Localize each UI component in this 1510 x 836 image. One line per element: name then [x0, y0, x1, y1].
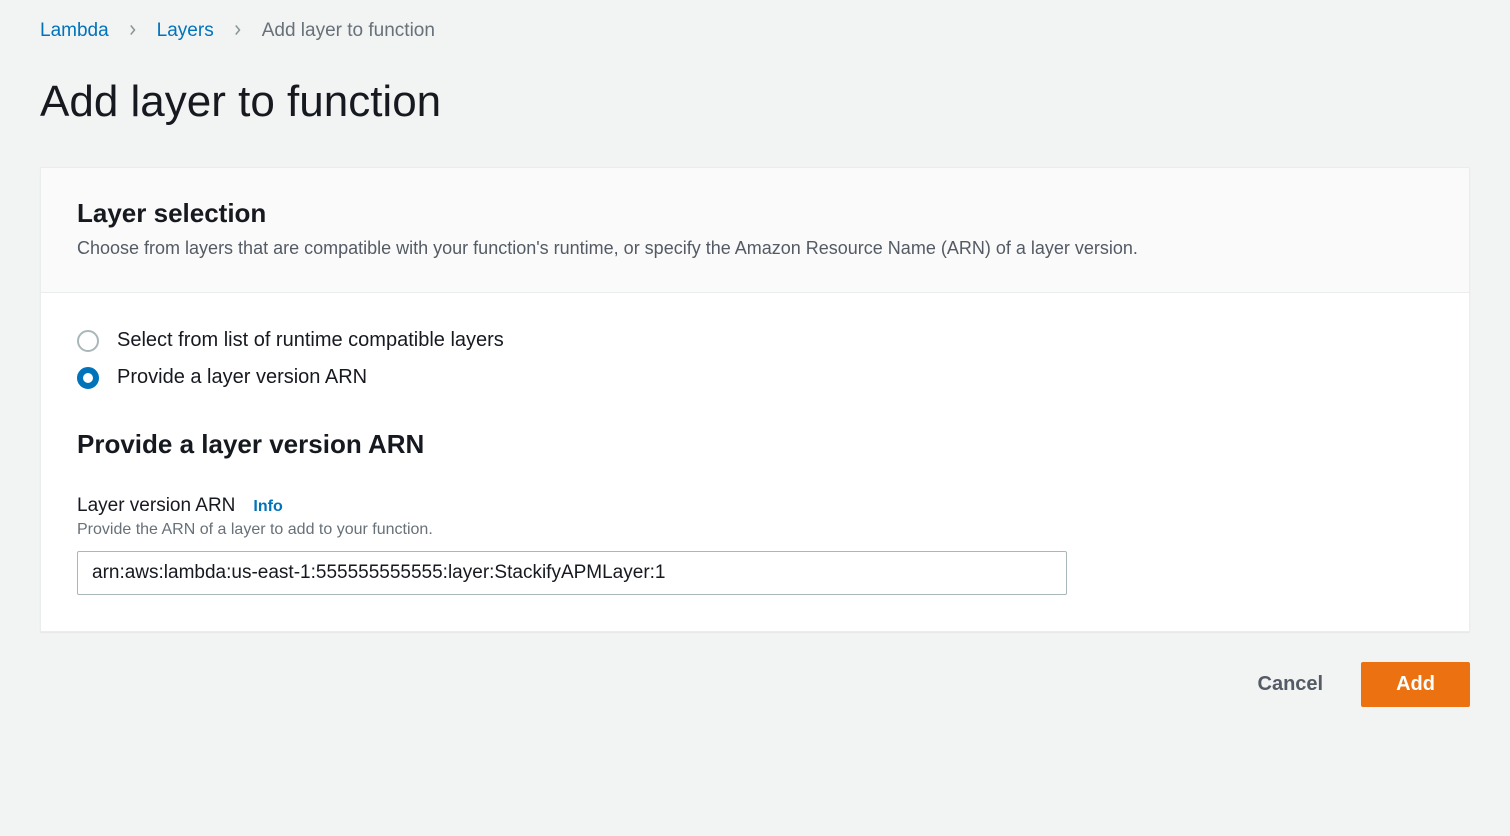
panel-heading: Layer selection [77, 198, 1433, 229]
chevron-right-icon [127, 20, 139, 42]
breadcrumb-link-lambda[interactable]: Lambda [40, 20, 109, 42]
footer-actions: Cancel Add [40, 662, 1470, 707]
breadcrumb-current: Add layer to function [262, 20, 435, 42]
chevron-right-icon [232, 20, 244, 42]
panel-body: Select from list of runtime compatible l… [41, 293, 1469, 631]
info-link[interactable]: Info [253, 498, 282, 516]
panel-description: Choose from layers that are compatible w… [77, 235, 1433, 262]
arn-field-hint: Provide the ARN of a layer to add to you… [77, 521, 1433, 539]
breadcrumb: Lambda Layers Add layer to function [40, 20, 1470, 42]
arn-field-label: Layer version ARN [77, 495, 235, 517]
layer-source-radio-group: Select from list of runtime compatible l… [77, 329, 1433, 389]
page-title: Add layer to function [40, 77, 1470, 127]
radio-label: Select from list of runtime compatible l… [117, 329, 504, 352]
layer-selection-panel: Layer selection Choose from layers that … [40, 167, 1470, 632]
cancel-button[interactable]: Cancel [1250, 663, 1332, 706]
radio-select-from-list[interactable]: Select from list of runtime compatible l… [77, 329, 1433, 352]
panel-header: Layer selection Choose from layers that … [41, 168, 1469, 293]
arn-section-heading: Provide a layer version ARN [77, 429, 1433, 460]
radio-provide-arn[interactable]: Provide a layer version ARN [77, 366, 1433, 389]
layer-arn-input[interactable] [77, 551, 1067, 595]
add-button[interactable]: Add [1361, 662, 1470, 707]
radio-icon-selected [77, 367, 99, 389]
field-label-row: Layer version ARN Info [77, 495, 1433, 517]
radio-icon [77, 330, 99, 352]
radio-label: Provide a layer version ARN [117, 366, 367, 389]
breadcrumb-link-layers[interactable]: Layers [157, 20, 214, 42]
